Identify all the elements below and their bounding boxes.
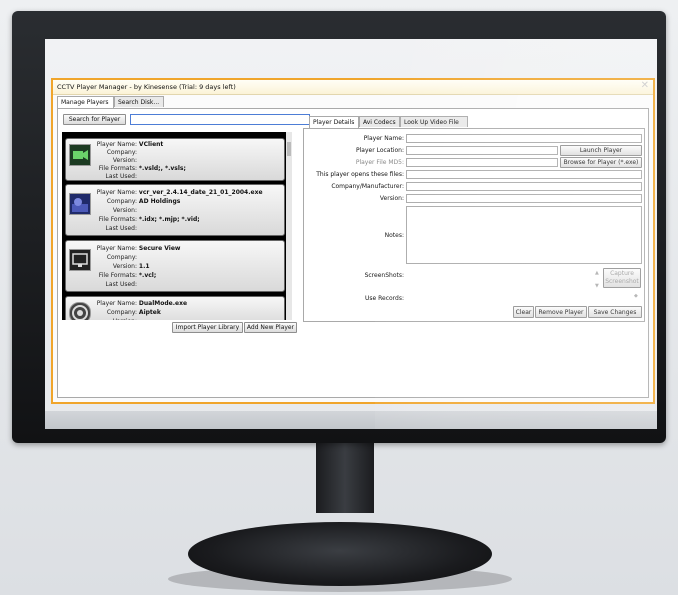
player-name-field[interactable] [406, 134, 642, 143]
notes-label: Notes: [384, 232, 404, 239]
player-thumbnail [69, 193, 91, 215]
import-player-library-button[interactable]: Import Player Library [172, 322, 243, 333]
remove-player-button[interactable]: Remove Player [535, 306, 587, 318]
capture-screenshot-button[interactable]: Capture Screenshot [603, 268, 641, 288]
taskbar-strip [45, 411, 657, 429]
monitor-base [188, 522, 492, 586]
browse-for-player-button[interactable]: Browse for Player (*.exe) [560, 157, 642, 168]
player-md5-label: Player File MD5: [355, 159, 404, 166]
tab-search-disk[interactable]: Search Disk... [114, 96, 164, 107]
search-input[interactable] [130, 114, 310, 125]
monitor-screen: CCTV Player Manager - by Kinesense (Tria… [45, 39, 657, 429]
version-field[interactable] [406, 194, 642, 203]
opens-files-field[interactable] [406, 170, 642, 179]
screenshot-scroll-up-icon[interactable]: ▲ [595, 270, 599, 276]
screenshot-scroll-down-icon[interactable]: ▼ [595, 283, 599, 289]
player-name-label: Player Name: [363, 135, 404, 142]
player-name: vcr_ver_2.4.14_date_21_01_2004.exe [138, 189, 263, 196]
player-company: Aiptek [138, 309, 161, 316]
player-card[interactable]: Player Name: vcr_ver_2.4.14_date_21_01_2… [65, 184, 285, 236]
window-title: CCTV Player Manager - by Kinesense (Tria… [57, 83, 236, 91]
player-formats: *.vsld;, *.vsls; [138, 165, 186, 172]
launch-player-button[interactable]: Launch Player [560, 145, 642, 156]
title-bar: CCTV Player Manager - by Kinesense (Tria… [53, 80, 653, 95]
clear-button[interactable]: Clear [513, 306, 534, 318]
player-thumbnail [69, 249, 91, 271]
tab-manage-players[interactable]: Manage Players [57, 96, 114, 108]
use-records-label: Use Records: [365, 295, 404, 302]
tab-avi-codecs[interactable]: Avi Codecs [359, 116, 400, 127]
tab-player-details[interactable]: Player Details [309, 116, 359, 128]
tab-look-up-video-file[interactable]: Look Up Video File [400, 116, 468, 127]
search-for-player-button[interactable]: Search for Player [63, 114, 126, 125]
player-card[interactable]: Player Name: VClient Company: Version: F… [65, 138, 285, 181]
player-thumbnail [69, 302, 91, 320]
monitor-neck [316, 443, 374, 513]
company-field[interactable] [406, 182, 642, 191]
player-card[interactable]: Player Name: DualMode.exe Company: Aipte… [65, 296, 285, 320]
company-label: Company/Manufacturer: [331, 183, 404, 190]
screenshots-label: ScreenShots: [364, 272, 404, 279]
player-card[interactable]: Player Name: Secure View Company: Versio… [65, 240, 285, 292]
list-scrollbar[interactable] [286, 132, 292, 320]
close-icon[interactable]: ✕ [641, 81, 649, 91]
save-changes-button[interactable]: Save Changes [588, 306, 642, 318]
player-company: AD Holdings [138, 198, 181, 205]
player-name: VClient [138, 141, 164, 148]
player-formats: *.idx; *.mjp; *.vid; [138, 216, 200, 223]
opens-files-label: This player opens these files: [316, 171, 404, 178]
player-details-panel: Player Name: Player Location: Launch Pla… [303, 128, 645, 322]
player-name: DualMode.exe [138, 300, 188, 307]
add-new-player-button[interactable]: Add New Player [244, 322, 297, 333]
player-thumbnail [69, 144, 91, 166]
player-version: 1.1 [138, 263, 150, 270]
monitor-bezel: CCTV Player Manager - by Kinesense (Tria… [12, 11, 666, 443]
player-location-field[interactable] [406, 146, 558, 155]
manage-players-panel: Search for Player Player Name: VClient C… [57, 108, 649, 398]
version-label: Version: [379, 195, 404, 202]
notes-field[interactable] [406, 206, 642, 264]
player-list[interactable]: Player Name: VClient Company: Version: F… [62, 132, 292, 320]
use-records-icon: ◆ [634, 293, 638, 299]
player-md5-field[interactable] [406, 158, 558, 167]
player-location-label: Player Location: [356, 147, 404, 154]
scrollbar-thumb[interactable] [287, 142, 291, 156]
player-formats: *.vcl; [138, 272, 157, 279]
app-window: CCTV Player Manager - by Kinesense (Tria… [51, 78, 655, 404]
player-name: Secure View [138, 245, 181, 252]
